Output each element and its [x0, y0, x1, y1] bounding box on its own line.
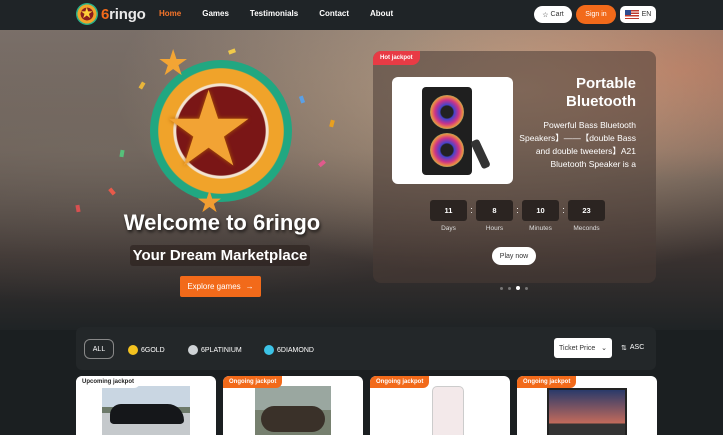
countdown-label: Minutes — [529, 225, 552, 232]
filter-gold[interactable]: 6GOLD — [128, 345, 165, 355]
motorcycle-image — [255, 386, 331, 435]
filter-gold-label: 6GOLD — [141, 346, 165, 354]
countdown-value: 23 — [568, 200, 605, 221]
jackpot-card[interactable]: Ongoing jackpot — [517, 376, 657, 435]
filter-bar: ALL 6GOLD 6PLATINIUM 6DIAMOND Ticket Pri… — [76, 327, 656, 370]
sort-arrows-icon: ⇅ — [621, 345, 627, 352]
sort-order-label: ASC — [629, 344, 645, 351]
big-star-icon: ★ — [162, 72, 256, 188]
motorcycle-body — [261, 406, 325, 432]
car-body — [110, 404, 184, 424]
language-selector[interactable]: EN — [620, 6, 656, 23]
sign-in-button[interactable]: Sign in — [576, 5, 616, 24]
explore-label: Explore games — [187, 282, 241, 291]
countdown-label: Hours — [485, 225, 504, 232]
carousel-dot[interactable] — [500, 286, 503, 290]
brand-name: 6ringo — [101, 5, 146, 23]
speaker-driver — [430, 95, 464, 129]
jackpot-card[interactable]: Ongoing jackpot — [370, 376, 510, 435]
countdown-separator: : — [562, 205, 565, 215]
carousel-dot-active[interactable] — [516, 286, 520, 290]
platinum-coin-icon — [188, 345, 198, 355]
language-label: EN — [641, 11, 652, 18]
speaker-driver — [430, 133, 464, 167]
jackpot-card[interactable]: Upcoming jackpot — [76, 376, 216, 435]
car-image — [102, 386, 190, 435]
nav-testimonials[interactable]: Testimonials — [250, 9, 298, 18]
card-status-badge: Upcoming jackpot — [76, 376, 141, 388]
remote-image — [470, 138, 491, 170]
countdown-days: 11 Days — [430, 200, 467, 232]
product-description: Powerful Bass Bluetooth Speakers】——【doub… — [519, 120, 636, 169]
filter-platinum-label: 6PLATINIUM — [201, 346, 242, 354]
countdown-separator: : — [470, 205, 473, 215]
card-status-badge: Ongoing jackpot — [370, 376, 430, 388]
card-status-badge: Ongoing jackpot — [517, 376, 577, 388]
carousel-pagination — [500, 286, 528, 290]
nav-home[interactable]: Home — [159, 9, 181, 18]
phone-image — [432, 386, 464, 435]
jackpot-card[interactable]: Ongoing jackpot — [223, 376, 363, 435]
hero-tagline: Your Dream Marketplace — [130, 245, 310, 266]
logo-star-icon: ★ — [76, 3, 98, 25]
countdown-value: 11 — [430, 200, 467, 221]
play-now-button[interactable]: Play now — [492, 247, 536, 265]
countdown-hours: 8 Hours — [476, 200, 513, 232]
cart-button[interactable]: ☆ Cart — [534, 6, 572, 23]
filter-diamond[interactable]: 6DIAMOND — [264, 345, 314, 355]
arrow-right-icon: → — [245, 282, 254, 291]
countdown-value: 10 — [522, 200, 559, 221]
speaker-image — [422, 87, 472, 175]
filter-all-button[interactable]: ALL — [84, 339, 114, 359]
laptop-image — [547, 388, 627, 435]
filter-diamond-label: 6DIAMOND — [277, 346, 314, 354]
hero-title: Welcome to 6ringo — [123, 210, 321, 235]
sort-order-toggle[interactable]: ⇅ ASC — [621, 344, 644, 352]
diamond-coin-icon — [264, 345, 274, 355]
countdown-label: Meconds — [573, 225, 600, 232]
countdown-separator: : — [516, 205, 519, 215]
chevron-down-icon: ⌄ — [601, 345, 607, 352]
nav-about[interactable]: About — [370, 9, 393, 18]
countdown-value: 8 — [476, 200, 513, 221]
explore-games-button[interactable]: Explore games → — [180, 276, 261, 297]
hot-jackpot-badge: Hot jackpot — [373, 51, 420, 65]
hot-jackpot-panel: Hot jackpot Portable Bluetooth Powerful … — [373, 51, 656, 283]
product-image[interactable] — [392, 77, 513, 184]
top-navbar: ★ 6ringo Home Games Testimonials Contact… — [0, 0, 723, 30]
star-icon: ☆ — [542, 11, 549, 19]
product-title: Portable Bluetooth — [566, 75, 636, 110]
countdown-label: Days — [441, 225, 456, 232]
carousel-dot[interactable] — [525, 286, 528, 290]
countdown-minutes: 10 Minutes — [522, 200, 559, 232]
us-flag-icon — [624, 10, 639, 19]
countdown-timer: 11 Days : 8 Hours : 10 Minutes : 23 Meco… — [430, 200, 605, 232]
nav-links: Home Games Testimonials Contact About — [159, 9, 414, 18]
cart-label: Cart — [550, 11, 564, 18]
filter-platinum[interactable]: 6PLATINIUM — [188, 345, 242, 355]
brand-logo[interactable]: ★ 6ringo — [76, 3, 146, 25]
gold-coin-icon — [128, 345, 138, 355]
sort-select[interactable]: Ticket Price ⌄ — [554, 338, 612, 358]
small-star-icon: ★ — [157, 42, 190, 83]
card-status-badge: Ongoing jackpot — [223, 376, 283, 388]
sort-select-value: Ticket Price — [559, 344, 596, 352]
countdown-seconds: 23 Meconds — [568, 200, 605, 232]
nav-games[interactable]: Games — [202, 9, 229, 18]
carousel-dot[interactable] — [508, 286, 511, 290]
nav-contact[interactable]: Contact — [319, 9, 349, 18]
